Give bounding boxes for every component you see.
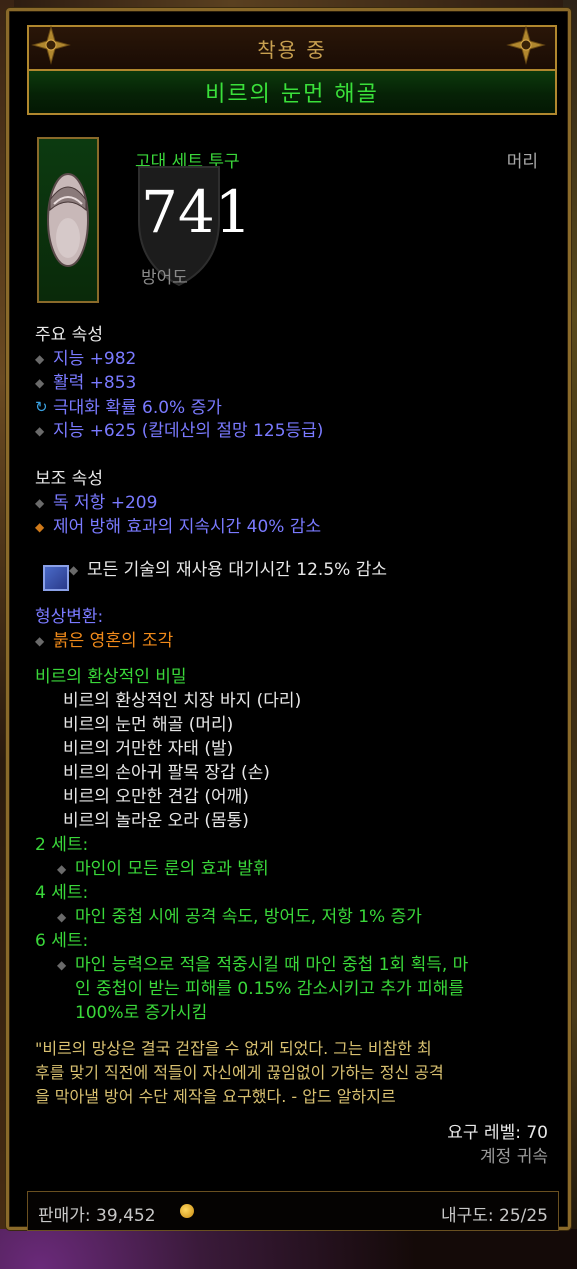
- durability: 내구도: 25/25: [440, 1206, 548, 1226]
- socket-effect: ◆ 모든 기술의 재사용 대기시간 12.5% 감소: [69, 560, 387, 580]
- flavor-text: 을 막아낼 방어 수단 제작을 요구했다. - 압드 알하지르: [35, 1087, 396, 1106]
- secondary-stat: ◆ 독 저항 +209: [35, 493, 158, 513]
- flavor-text: 후를 맞기 직전에 적들이 자신에게 끊임없이 가하는 정신 공격: [35, 1063, 444, 1082]
- bullet-icon: ◆: [35, 634, 45, 648]
- equipped-header: 착용 중: [27, 25, 557, 71]
- set-piece: 비르의 오만한 견갑 (어깨): [63, 787, 249, 807]
- helmet-icon: [47, 173, 89, 267]
- equipped-label: 착용 중: [257, 37, 327, 62]
- primary-stat: ◆ 활력 +853: [35, 373, 137, 393]
- set-piece: 비르의 손아귀 팔목 장갑 (손): [63, 763, 270, 783]
- secondary-stat: ◆ 제어 방해 효과의 지속시간 40% 감소: [35, 517, 322, 537]
- bullet-icon: ◆: [35, 424, 45, 438]
- bullet-icon: ◆: [35, 496, 45, 510]
- set-bonus-line: 100%로 증가시킴: [75, 1003, 208, 1023]
- primary-title: 주요 속성: [35, 325, 103, 345]
- set-bonus-label: 6 세트:: [35, 931, 89, 951]
- flavor-text: "비르의 망상은 결국 걷잡을 수 없게 되었다. 그는 비참한 최: [35, 1039, 432, 1058]
- item-name-header: 비르의 눈먼 해골: [27, 71, 557, 115]
- item-image-frame: [37, 137, 99, 303]
- set-piece: 비르의 눈먼 해골 (머리): [63, 715, 234, 735]
- set-piece: 비르의 거만한 자태 (발): [63, 739, 234, 759]
- bullet-icon: ◆: [57, 862, 67, 876]
- transmog-value: ◆ 붉은 영혼의 조각: [35, 631, 174, 651]
- bullet-icon: ◆: [35, 376, 45, 390]
- bullet-icon: ◆: [35, 520, 45, 534]
- set-piece: 비르의 놀라운 오라 (몸통): [63, 811, 249, 831]
- set-bonus-label: 4 세트:: [35, 883, 89, 903]
- set-bonus-label: 2 세트:: [35, 835, 89, 855]
- set-bonus-line: ◆ 마인 능력으로 적을 적중시킬 때 마인 중첩 1회 획득, 마: [57, 955, 469, 975]
- item-slot: 머리: [506, 152, 538, 172]
- set-bonus-line: 인 중첩이 받는 피해를 0.15% 감소시키고 추가 피해를: [75, 979, 464, 999]
- bullet-icon: ◆: [57, 910, 67, 924]
- ornament-left-icon: [31, 25, 71, 65]
- gem-icon: [43, 565, 69, 591]
- primary-stat: ◆ 지능 +982: [35, 349, 137, 369]
- transmog-title: 형상변환:: [35, 607, 104, 627]
- ornament-right-icon: [506, 25, 546, 65]
- bullet-icon: ◆: [69, 563, 79, 577]
- primary-stat: ↻ 극대화 확률 6.0% 증가: [35, 395, 222, 420]
- armor-value: 741: [141, 178, 252, 246]
- armor-label: 방어도: [141, 268, 188, 288]
- set-bonus-line: ◆ 마인이 모든 룬의 효과 발휘: [57, 859, 269, 879]
- background-bottom: [0, 1229, 577, 1269]
- gold-coin-icon: [180, 1204, 194, 1218]
- bullet-icon: ◆: [57, 958, 67, 972]
- account-bound: 계정 귀속: [480, 1147, 548, 1167]
- item-name: 비르의 눈먼 해골: [205, 82, 379, 107]
- item-tooltip: 착용 중 비르의 눈먼 해골 고대 세트 투구 머리 741 방어도 주요 속성…: [6, 8, 571, 1231]
- set-bonus-line: ◆ 마인 중첩 시에 공격 속도, 방어도, 저항 1% 증가: [57, 907, 422, 927]
- set-name: 비르의 환상적인 비밀: [35, 667, 187, 687]
- set-piece: 비르의 환상적인 치장 바지 (다리): [63, 691, 302, 711]
- swirl-icon: ↻: [35, 398, 48, 416]
- bullet-icon: ◆: [35, 352, 45, 366]
- tooltip-footer: 판매가: 39,452 내구도: 25/25: [27, 1191, 559, 1231]
- sell-price: 판매가: 39,452: [38, 1206, 156, 1226]
- primary-stat: ◆ 지능 +625 (칼데산의 절망 125등급): [35, 421, 324, 441]
- secondary-title: 보조 속성: [35, 469, 103, 489]
- required-level: 요구 레벨: 70: [447, 1123, 548, 1143]
